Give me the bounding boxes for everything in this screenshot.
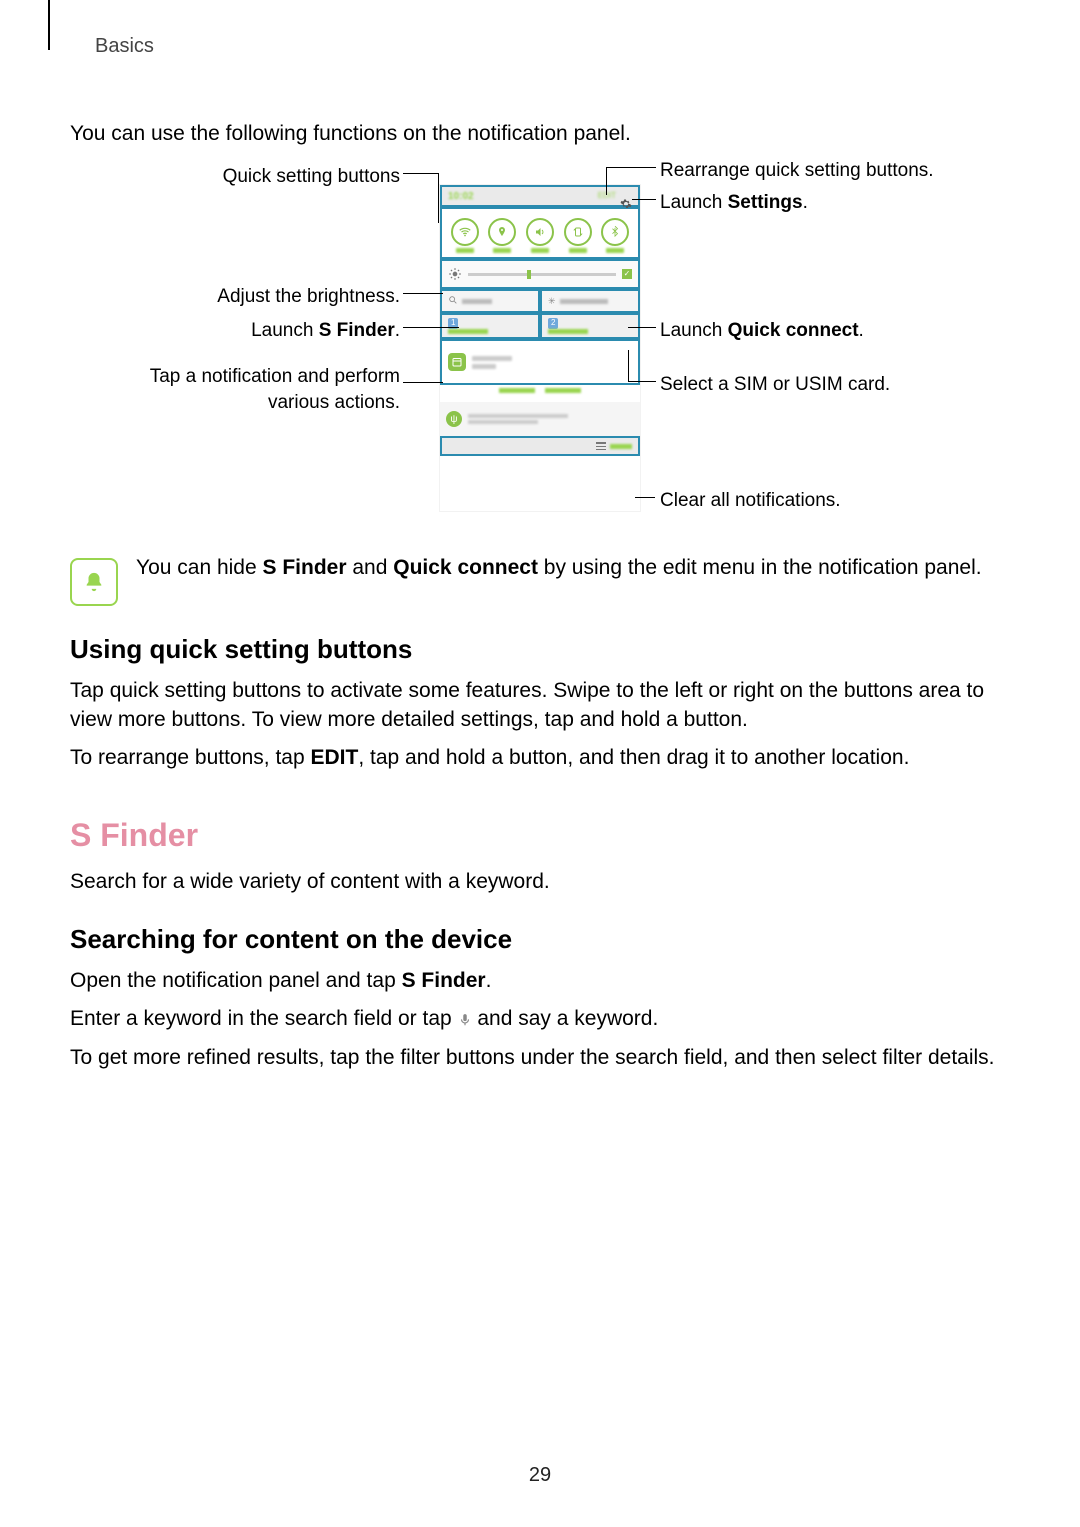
- phone-quick-settings: [440, 207, 640, 259]
- auto-brightness-check: ✓: [622, 269, 632, 279]
- intro-text: You can use the following functions on t…: [70, 120, 1010, 148]
- mic-icon: [458, 1011, 472, 1029]
- bell-icon: [70, 558, 118, 606]
- sect1-p2: To rearrange buttons, tap EDIT, tap and …: [70, 744, 1010, 772]
- location-icon: [488, 218, 516, 246]
- sound-icon: [526, 218, 554, 246]
- callout-settings: Launch Settings.: [660, 190, 808, 216]
- notification-panel-figure: 10:02 EDIT ✓: [70, 158, 1010, 538]
- lead-line: [438, 173, 439, 223]
- heading-searching: Searching for content on the device: [70, 922, 1010, 957]
- sect2-p1: Search for a wide variety of content wit…: [70, 868, 1010, 896]
- phone-sim1: 1: [440, 313, 540, 339]
- phone-mock: 10:02 EDIT ✓: [440, 185, 640, 511]
- lead-line: [403, 382, 443, 383]
- callout-sim: Select a SIM or USIM card.: [660, 372, 890, 398]
- gear-icon: [620, 190, 632, 202]
- callout-quickconnect: Launch Quick connect.: [660, 318, 864, 344]
- phone-quickconnect-cell: ✳: [540, 289, 640, 313]
- wifi-icon: [451, 218, 479, 246]
- lead-line: [628, 381, 656, 382]
- brightness-icon: [448, 267, 462, 281]
- lead-line: [403, 327, 459, 328]
- tip-row: You can hide S Finder and Quick connect …: [70, 554, 1010, 606]
- callout-quick-buttons: Quick setting buttons: [70, 164, 400, 190]
- lead-line: [403, 293, 443, 294]
- sect3-p2: Enter a keyword in the search field or t…: [70, 1005, 1010, 1033]
- callout-sfinder: Launch S Finder.: [70, 318, 400, 344]
- search-icon: [448, 295, 458, 308]
- stack-icon: [596, 442, 606, 450]
- page-content: You can use the following functions on t…: [70, 110, 1010, 1082]
- phone-statusbar: 10:02 EDIT: [440, 185, 640, 207]
- page-number: 29: [0, 1462, 1080, 1489]
- phone-notif-actions: [440, 385, 640, 402]
- phone-notification-2: ψ: [440, 402, 640, 436]
- tip-text: You can hide S Finder and Quick connect …: [136, 554, 982, 606]
- rotation-icon: [564, 218, 592, 246]
- phone-clear-bar: [440, 436, 640, 456]
- lead-line: [403, 173, 439, 174]
- phone-sim-row: 1 2: [440, 313, 640, 339]
- phone-sfinder-row: ✳: [440, 289, 640, 313]
- phone-notification: [440, 339, 640, 385]
- heading-sfinder: S Finder: [70, 814, 1010, 857]
- lead-line: [606, 167, 656, 168]
- callout-rearrange: Rearrange quick setting buttons.: [660, 158, 934, 184]
- sect3-p3: To get more refined results, tap the fil…: [70, 1044, 1010, 1072]
- heading-quick-setting: Using quick setting buttons: [70, 632, 1010, 667]
- brightness-slider: [468, 273, 616, 276]
- status-time: 10:02: [448, 190, 474, 204]
- phone-sim2: 2: [540, 313, 640, 339]
- callout-clear: Clear all notifications.: [660, 488, 841, 514]
- page-spine: [48, 0, 50, 50]
- lead-line: [606, 167, 607, 195]
- usb-icon: ψ: [446, 411, 462, 427]
- breadcrumb: Basics: [95, 33, 154, 60]
- lead-line: [635, 497, 655, 498]
- callout-brightness: Adjust the brightness.: [70, 284, 400, 310]
- lead-line: [628, 350, 629, 381]
- phone-sfinder-cell: [440, 289, 540, 313]
- lead-line: [632, 199, 656, 200]
- sect3-p1: Open the notification panel and tap S Fi…: [70, 967, 1010, 995]
- sparkle-icon: ✳: [548, 295, 556, 307]
- callout-notif: Tap a notification and perform various a…: [70, 364, 400, 415]
- lead-line: [628, 327, 656, 328]
- bluetooth-icon: [601, 218, 629, 246]
- phone-brightness-row: ✓: [440, 259, 640, 289]
- sect1-p1: Tap quick setting buttons to activate so…: [70, 677, 1010, 734]
- calendar-icon: [448, 353, 466, 371]
